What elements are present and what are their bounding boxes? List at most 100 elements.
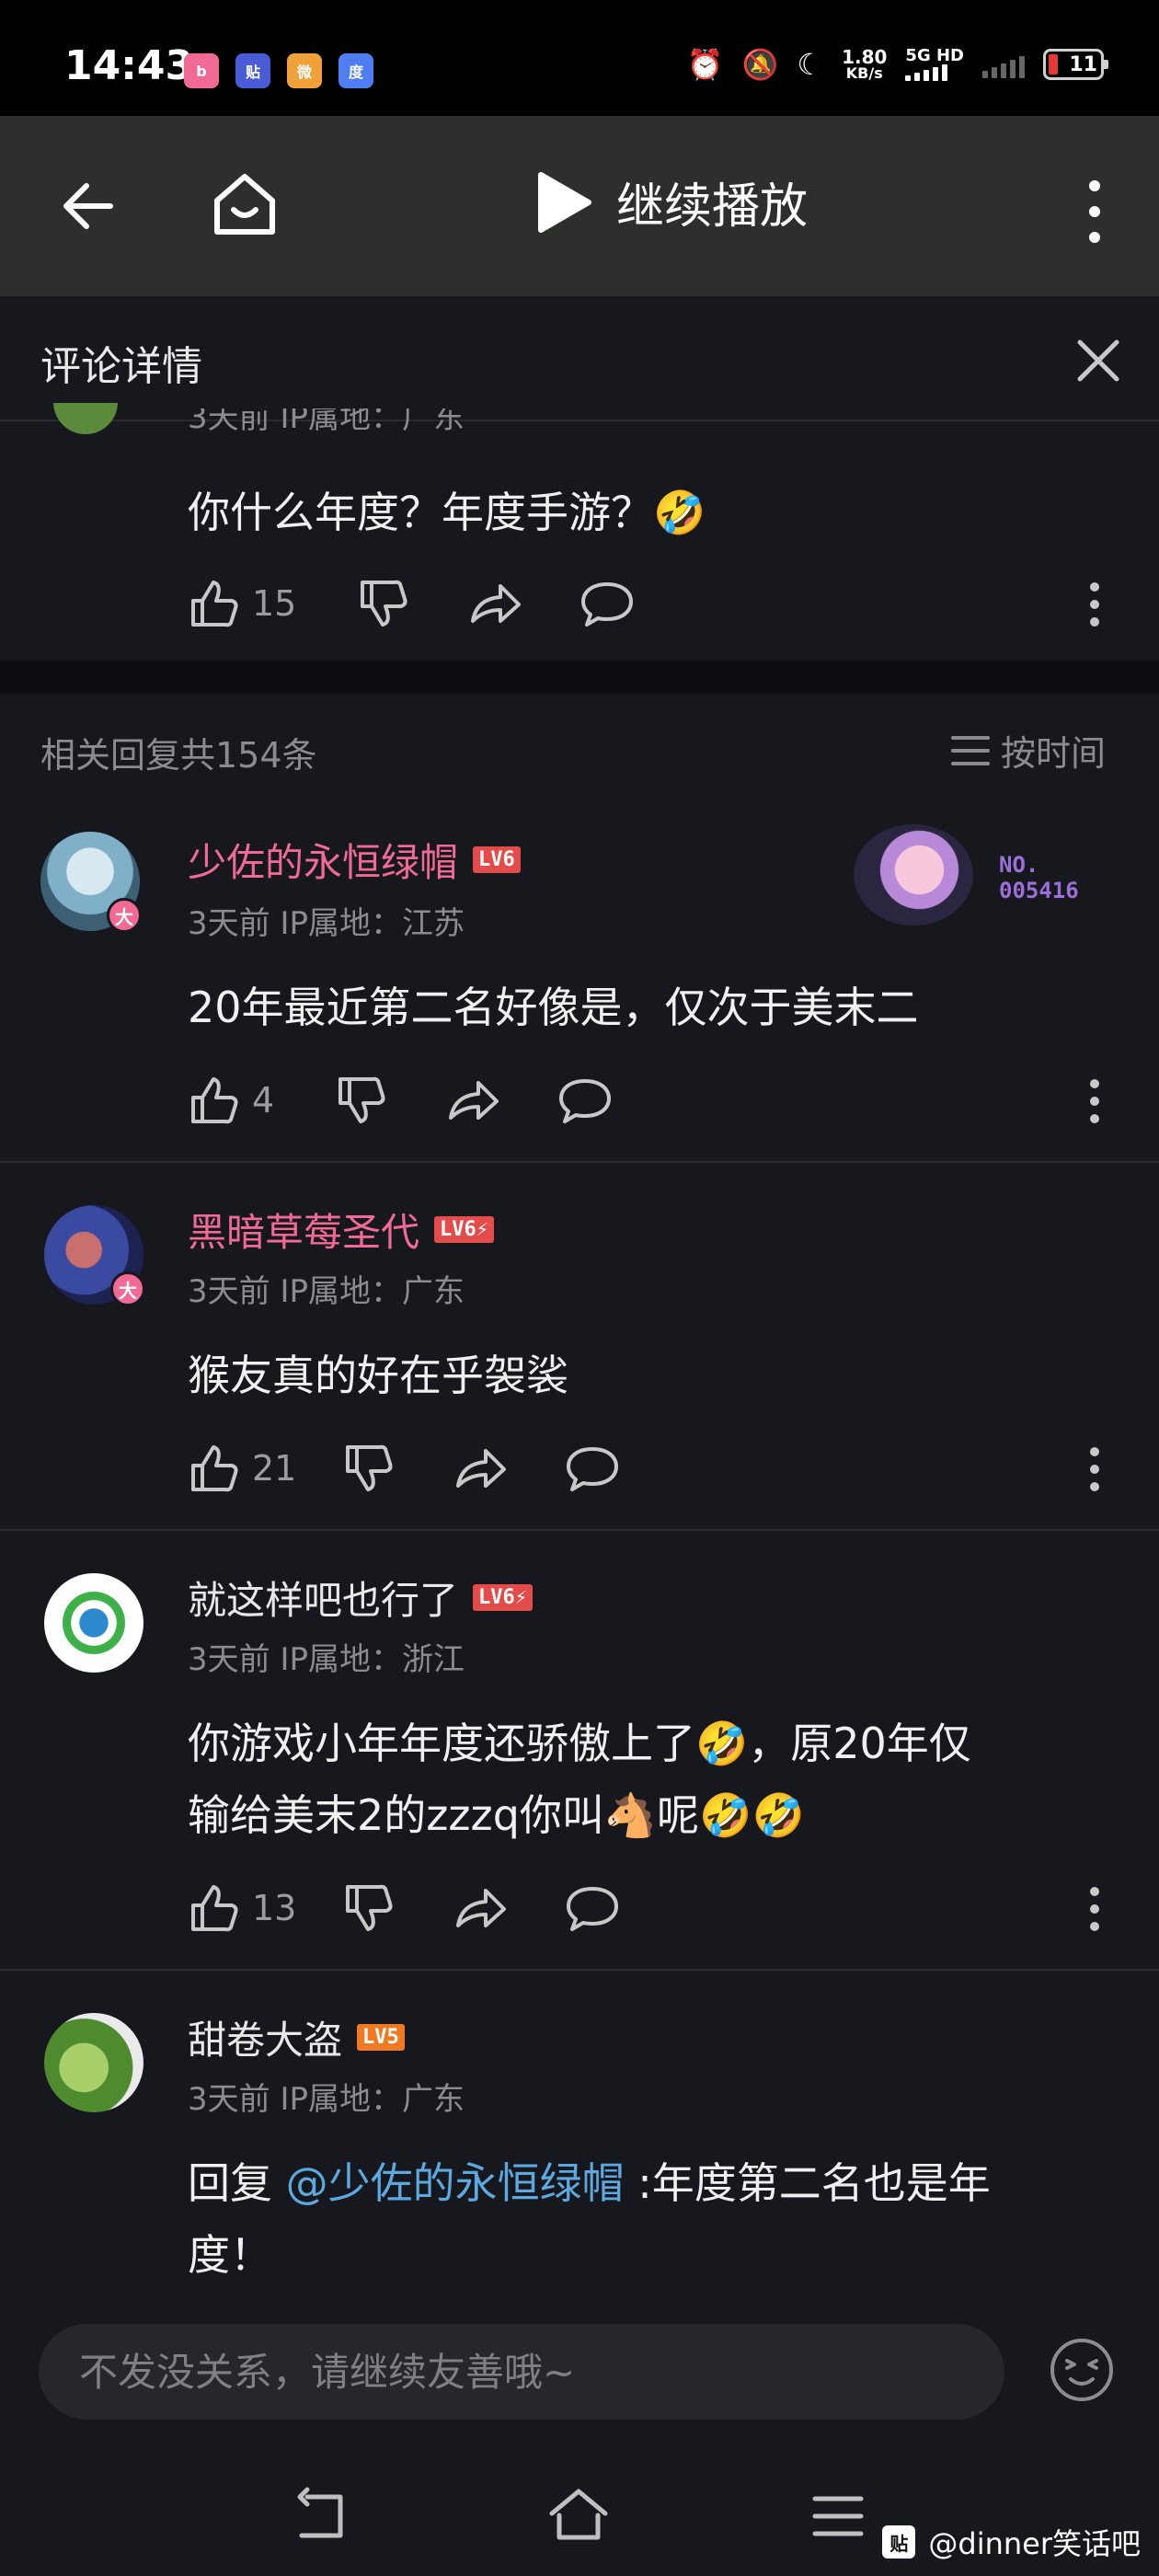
status-bar: 14:43 b 贴 微 度 ⏰ 🔕 ☾ 1.80 KB/s 5G HD 11 — [0, 0, 1159, 116]
reply-meta: 3天前 IP属地：广东 — [188, 1273, 465, 1310]
main-comment-meta: 3天前 IP属地：广东 — [188, 408, 465, 436]
mute-notification-icon: 🔕 — [741, 47, 779, 82]
home-icon[interactable] — [208, 167, 281, 241]
notification-app-icons: b 贴 微 度 — [184, 53, 373, 88]
reply-actions: 13 — [188, 1880, 620, 1936]
username[interactable]: 黑暗草莓圣代 — [188, 1202, 419, 1258]
main-comment-avatar-partial — [53, 403, 118, 440]
dislike-icon[interactable] — [342, 1442, 396, 1495]
reply-more-icon[interactable] — [1085, 1446, 1104, 1492]
video-top-bar: 继续播放 — [0, 116, 1159, 296]
battery-icon: 11 — [1043, 49, 1108, 80]
reply-username-row: 少佐的永恒绿帽 LV6 — [188, 832, 521, 888]
reply-meta: 3天前 IP属地：浙江 — [188, 1641, 465, 1678]
comment-input-container[interactable] — [39, 2324, 1004, 2420]
reply-meta: 3天前 IP属地：江苏 — [188, 905, 465, 942]
reply-text: 20年最近第二名好像是，仅次于美末二 — [188, 983, 919, 1032]
avatar[interactable] — [44, 2013, 143, 2112]
tieba-app-icon: 贴 — [235, 53, 270, 88]
like-icon[interactable] — [188, 577, 241, 630]
level-badge: LV5 — [357, 2024, 405, 2051]
like-icon[interactable] — [188, 1074, 241, 1127]
username[interactable]: 甜卷大盗 — [188, 2009, 342, 2065]
big-member-badge: 大 — [110, 1271, 145, 1306]
comment-more-icon[interactable] — [1085, 581, 1104, 627]
comment-icon[interactable] — [580, 577, 635, 630]
secondary-signal-icon — [982, 51, 1025, 78]
watermark: 贴 @dinner笑话吧 — [882, 2521, 1141, 2563]
back-arrow-icon[interactable] — [55, 171, 125, 241]
reply-text: 你游戏小年年度还骄傲上了🤣，原20年仅 输给美末2的zzzq你叫🐴呢🤣🤣 — [188, 1719, 971, 1840]
status-time: 14:43 — [64, 42, 194, 89]
reply-text: 回复 @少佐的永恒绿帽 :年度第二名也是年 度！ — [188, 2158, 991, 2280]
sort-label: 按时间 — [1001, 733, 1107, 774]
close-icon[interactable] — [1071, 333, 1126, 388]
like-icon[interactable] — [188, 1442, 241, 1495]
username[interactable]: 就这样吧也行了 — [188, 1570, 458, 1626]
nav-home-icon[interactable] — [546, 2484, 611, 2548]
main-comment-text: 你什么年度？年度手游？🤣 — [188, 488, 706, 537]
avatar[interactable] — [44, 1573, 143, 1673]
comment-icon[interactable] — [565, 1442, 620, 1495]
level-badge: LV6⚡ — [434, 1216, 494, 1243]
reply-divider — [0, 1529, 1159, 1531]
sort-list-icon — [951, 735, 990, 765]
more-vertical-icon[interactable] — [1076, 177, 1113, 247]
continue-play-button[interactable]: 继续播放 — [534, 167, 808, 236]
panel-title: 评论详情 — [40, 343, 202, 390]
share-icon[interactable] — [445, 1074, 500, 1127]
main-comment-actions: 15 — [188, 576, 635, 631]
nav-back-icon[interactable] — [289, 2484, 353, 2548]
reply-meta: 3天前 IP属地：广东 — [188, 2081, 465, 2118]
comment-input-bar — [0, 2298, 1159, 2445]
continue-play-label: 继续播放 — [616, 179, 809, 235]
mention-link[interactable]: @少佐的永恒绿帽 — [286, 2158, 625, 2208]
reply-divider — [0, 1161, 1159, 1163]
weibo-app-icon: 微 — [287, 53, 322, 88]
share-icon[interactable] — [453, 1881, 508, 1935]
like-count: 13 — [252, 1888, 297, 1928]
like-count: 4 — [252, 1080, 275, 1121]
dislike-icon[interactable] — [342, 1881, 396, 1935]
like-count: 21 — [252, 1448, 297, 1489]
reply-divider — [0, 1969, 1159, 1971]
signal-strength-icon — [905, 64, 964, 81]
comment-icon[interactable] — [565, 1881, 620, 1935]
avatar[interactable]: 大 — [44, 1205, 145, 1306]
avatar[interactable]: 大 — [40, 832, 142, 933]
dislike-icon[interactable] — [357, 577, 410, 630]
big-member-badge: 大 — [107, 898, 142, 933]
username[interactable]: 少佐的永恒绿帽 — [188, 832, 458, 888]
emoji-icon[interactable] — [1049, 2337, 1115, 2403]
nav-menu-icon[interactable] — [806, 2484, 870, 2548]
tieba-logo-icon: 贴 — [882, 2525, 916, 2559]
replies-count: 相关回复共154条 — [40, 735, 317, 776]
do-not-disturb-moon-icon: ☾ — [797, 47, 824, 82]
like-count: 15 — [252, 583, 297, 624]
baidu-app-icon: 度 — [339, 53, 373, 88]
comment-icon[interactable] — [557, 1074, 613, 1127]
like-icon[interactable] — [188, 1881, 241, 1935]
reply-text: 猴友真的好在乎袈裟 — [188, 1351, 568, 1400]
watermark-text: @dinner笑话吧 — [928, 2526, 1141, 2561]
comment-detail-header: 评论详情 — [0, 296, 1159, 421]
section-divider — [0, 661, 1159, 694]
status-indicators: ⏰ 🔕 ☾ 1.80 KB/s 5G HD 11 — [686, 47, 1108, 82]
level-badge: LV6 — [473, 846, 521, 873]
alarm-icon: ⏰ — [686, 47, 724, 82]
reply-username-row: 就这样吧也行了 LV6⚡ — [188, 1570, 533, 1626]
comment-input[interactable] — [79, 2324, 962, 2420]
share-icon[interactable] — [453, 1442, 508, 1495]
reply-actions: 21 — [188, 1441, 620, 1496]
level-badge: LV6⚡ — [473, 1584, 533, 1611]
dislike-icon[interactable] — [335, 1074, 388, 1127]
reply-username-row: 黑暗草莓圣代 LV6⚡ — [188, 1202, 494, 1258]
reply-username-row: 甜卷大盗 LV5 — [188, 2009, 405, 2065]
fan-badge-number: NO. 005416 — [999, 852, 1079, 903]
play-icon — [538, 171, 591, 233]
reply-more-icon[interactable] — [1085, 1886, 1104, 1932]
network-indicator: 5G HD — [905, 48, 964, 81]
sort-by-time-button[interactable]: 按时间 — [951, 725, 1106, 776]
reply-more-icon[interactable] — [1085, 1078, 1104, 1124]
share-icon[interactable] — [467, 577, 522, 630]
